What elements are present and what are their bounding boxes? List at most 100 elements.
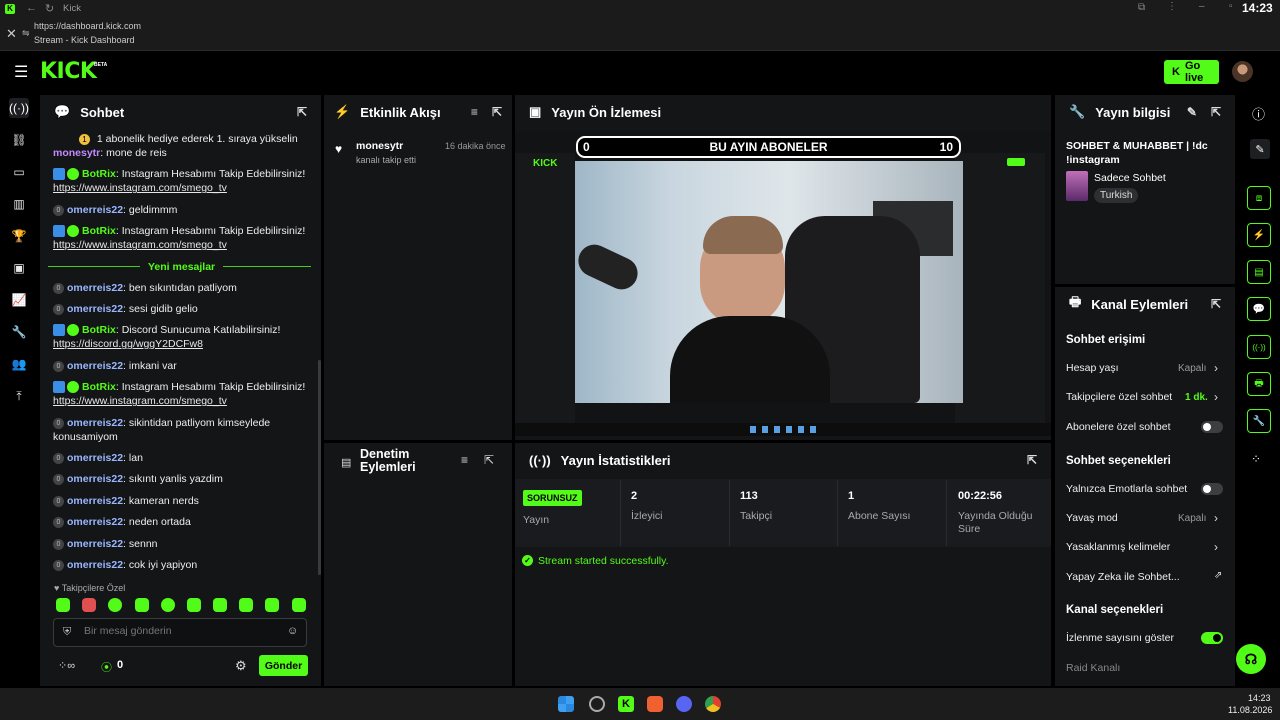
username[interactable]: BotRix	[82, 168, 116, 180]
chat-input[interactable]: ⛨ ☺	[53, 618, 307, 647]
trophy-icon[interactable]: 🏆	[9, 226, 29, 246]
wrench-icon[interactable]: 🔧	[9, 322, 29, 342]
chat-message-input[interactable]	[84, 625, 274, 637]
filter-icon[interactable]: ≡	[471, 105, 478, 119]
popout-icon[interactable]: ⇱	[492, 105, 502, 119]
window-icon[interactable]: ▭	[9, 162, 29, 182]
bar-chart-icon[interactable]: ▥	[9, 194, 29, 214]
emote[interactable]	[108, 598, 122, 612]
username[interactable]: omerreis22	[67, 204, 123, 216]
emote[interactable]	[56, 598, 70, 612]
close-icon[interactable]: ✕	[6, 26, 17, 42]
emote[interactable]	[213, 598, 227, 612]
document-icon[interactable]: ▤	[1247, 260, 1271, 284]
banned-words-label[interactable]: Yasaklanmış kelimeler	[1066, 541, 1170, 553]
kick-logo[interactable]: KICK	[40, 59, 97, 84]
emote[interactable]	[239, 598, 253, 612]
wrench-icon[interactable]: 🔧	[1247, 409, 1271, 433]
edit-icon[interactable]: ✎	[1187, 105, 1197, 119]
username[interactable]: omerreis22	[67, 360, 123, 372]
users-icon[interactable]: 👥	[9, 354, 29, 374]
chrome-icon[interactable]	[705, 696, 721, 712]
username[interactable]: omerreis22	[67, 559, 123, 571]
external-link-icon[interactable]: ⇗	[1214, 570, 1222, 581]
discord-icon[interactable]	[676, 696, 692, 712]
chevron-right-icon[interactable]: ›	[1214, 361, 1218, 375]
send-button[interactable]: Gönder	[259, 655, 308, 676]
username[interactable]: omerreis22	[67, 282, 123, 294]
browser-tab-title[interactable]: Kick	[63, 3, 81, 14]
emote-only-toggle[interactable]	[1201, 483, 1223, 495]
username[interactable]: BotRix	[82, 225, 116, 237]
username[interactable]: omerreis22	[67, 303, 123, 315]
filter-icon[interactable]: ≡	[461, 453, 468, 467]
menu-dots-icon[interactable]: ⋮	[1167, 1, 1177, 12]
minimize-icon[interactable]: –	[1199, 1, 1205, 12]
link-icon[interactable]: ⛓	[9, 130, 29, 150]
go-live-button[interactable]: K Go live	[1164, 60, 1219, 84]
brave-icon[interactable]	[647, 696, 663, 712]
gear-icon[interactable]: ⚙	[235, 658, 247, 674]
username[interactable]: omerreis22	[67, 538, 123, 550]
popout-icon[interactable]: ⇱	[484, 453, 494, 467]
username[interactable]: omerreis22	[67, 473, 123, 485]
popout-icon[interactable]: ⇱	[1211, 105, 1221, 119]
username[interactable]: omerreis22	[67, 417, 123, 429]
emote[interactable]	[187, 598, 201, 612]
restore-icon[interactable]: ▫	[1229, 1, 1233, 12]
extensions-icon[interactable]: ⧉	[1138, 2, 1145, 13]
username[interactable]: monesytr	[53, 147, 100, 158]
chat-bubble-icon[interactable]: 💬	[1247, 297, 1271, 321]
message-link[interactable]: https://discord.gg/wggY2DCFw8	[53, 338, 203, 350]
broadcast-icon[interactable]: ((·))	[9, 98, 29, 118]
message-link[interactable]: https://www.instagram.com/smego_tv	[53, 239, 227, 251]
back-icon[interactable]: ←	[26, 2, 37, 14]
chevron-right-icon[interactable]: ›	[1214, 540, 1218, 554]
emoji-icon[interactable]: ☺	[287, 625, 298, 637]
media-icon[interactable]: ▣	[9, 258, 29, 278]
url-text[interactable]: https://dashboard.kick.com	[34, 21, 141, 31]
share-icon[interactable]: ⁘	[1251, 452, 1261, 466]
message-link[interactable]: https://www.instagram.com/smego_tv	[53, 182, 227, 194]
username[interactable]: BotRix	[82, 324, 116, 336]
emote[interactable]	[82, 598, 96, 612]
username[interactable]: omerreis22	[67, 516, 123, 528]
capture-icon[interactable]: ⧈	[1247, 186, 1271, 210]
subs-only-toggle[interactable]	[1201, 421, 1223, 433]
site-settings-icon[interactable]: ⇋	[22, 28, 30, 39]
popout-icon[interactable]: ⇱	[297, 105, 307, 119]
hamburger-menu-icon[interactable]: ☰	[14, 62, 28, 82]
message-link[interactable]: https://www.instagram.com/smego_tv	[53, 395, 227, 407]
show-viewers-toggle[interactable]	[1201, 632, 1223, 644]
broadcast-icon[interactable]: ((·))	[1247, 335, 1271, 359]
windows-start-icon[interactable]	[558, 696, 574, 712]
avatar[interactable]	[1232, 61, 1253, 82]
emote[interactable]	[265, 598, 279, 612]
account-age-label[interactable]: Hesap yaşı	[1066, 362, 1119, 374]
emote[interactable]	[161, 598, 175, 612]
chevron-right-icon[interactable]: ›	[1214, 511, 1218, 525]
raid-channel-label[interactable]: Raid Kanalı	[1066, 662, 1120, 674]
edit-layout-icon[interactable]: ✎	[1250, 139, 1270, 159]
upload-icon[interactable]: ⤒	[9, 386, 29, 406]
username[interactable]: BotRix	[82, 381, 116, 393]
kick-app-icon[interactable]: K	[618, 696, 634, 712]
obs-icon[interactable]	[589, 696, 605, 712]
emote[interactable]	[292, 598, 306, 612]
category-thumbnail[interactable]	[1066, 171, 1088, 201]
chevron-right-icon[interactable]: ›	[1214, 390, 1218, 404]
followers-only-label[interactable]: Takipçilere özel sohbet	[1066, 391, 1172, 403]
category-name[interactable]: Sadece Sohbet	[1094, 172, 1166, 184]
points-infinity-icon[interactable]: ⁘∞	[58, 659, 75, 672]
username[interactable]: omerreis22	[67, 452, 123, 464]
username[interactable]: omerreis22	[67, 495, 123, 507]
printer-icon[interactable]: 🖶	[1247, 372, 1271, 396]
stream-preview-video[interactable]: KICK 0 BU AYIN ABONELER 10	[515, 131, 1051, 436]
help-support-icon[interactable]: ☊	[1236, 644, 1266, 674]
popout-icon[interactable]: ⇱	[1211, 297, 1221, 311]
popout-icon[interactable]: ⇱	[1027, 453, 1037, 467]
analytics-icon[interactable]: 📈	[9, 290, 29, 310]
chat-scrollbar[interactable]	[318, 360, 321, 575]
info-icon[interactable]: ⓘ	[1252, 104, 1265, 123]
emote[interactable]	[135, 598, 149, 612]
